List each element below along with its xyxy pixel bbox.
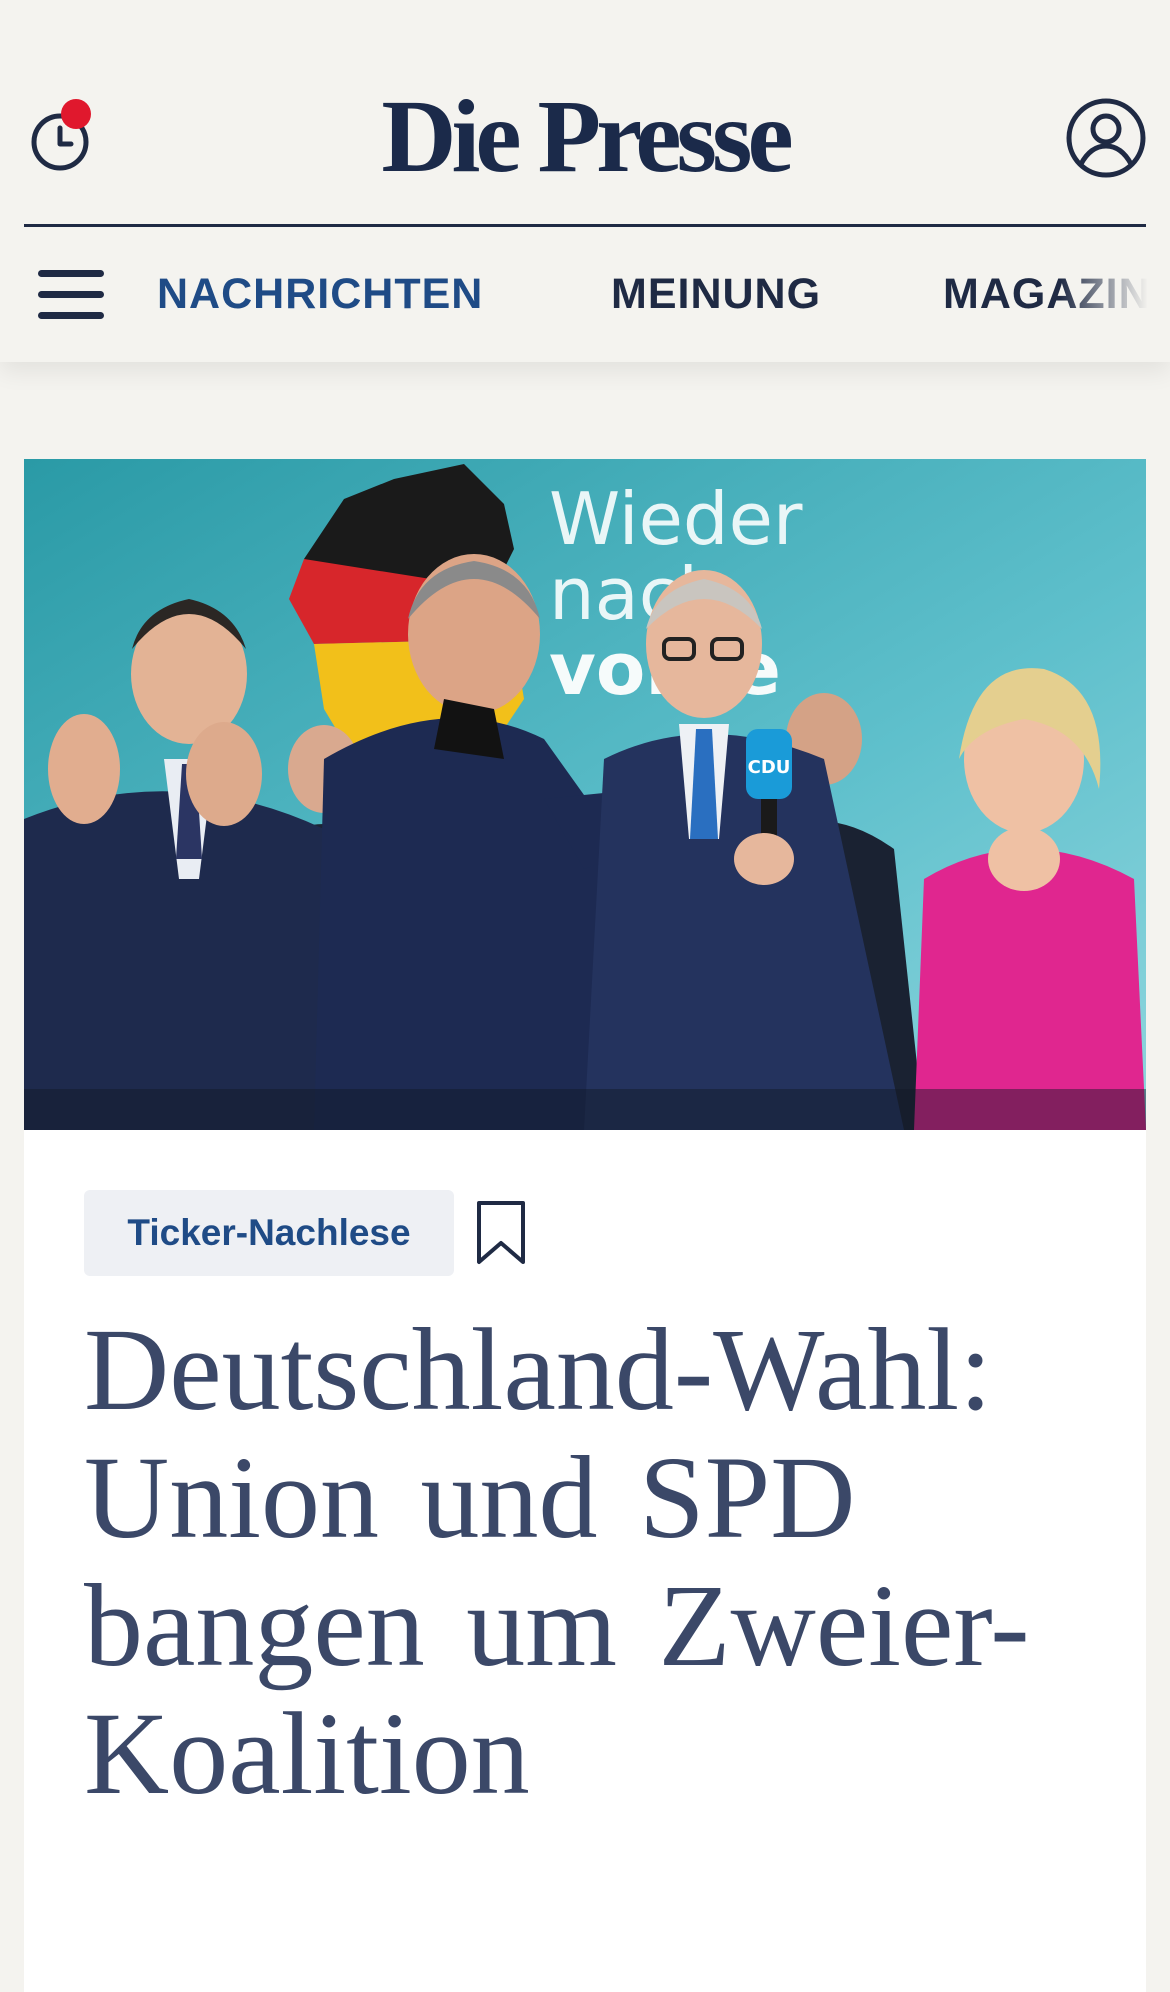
bookmark-icon [477, 1201, 525, 1264]
nav-item-meinung[interactable]: MEINUNG [611, 269, 821, 319]
wall-slogan-line-1: Wieder [549, 477, 803, 561]
ticker-badge[interactable]: Ticker-Nachlese [84, 1190, 454, 1276]
bookmark-button[interactable] [474, 1199, 528, 1267]
account-button[interactable] [1064, 96, 1148, 180]
site-logo[interactable]: Die Presse [0, 72, 1170, 202]
article-card[interactable]: Wieder nach vorne CDU [24, 459, 1146, 1992]
header-top-bar: Die Presse [0, 0, 1170, 225]
menu-button[interactable] [38, 267, 106, 323]
microphone-label: CDU [748, 757, 791, 778]
site-header: Die Presse NACHRICHTEN MEINUNG MAGAZIN [0, 0, 1170, 362]
nav-scroll-fade [1060, 227, 1170, 362]
user-icon [1066, 98, 1146, 178]
article-headline[interactable]: Deutschland-Wahl: Union und SPD bangen u… [84, 1306, 1084, 1818]
article-image[interactable]: Wieder nach vorne CDU [24, 459, 1146, 1130]
nav-item-nachrichten[interactable]: NACHRICHTEN [157, 269, 483, 319]
main-navigation: NACHRICHTEN MEINUNG MAGAZIN [0, 227, 1170, 362]
hamburger-icon [38, 270, 104, 319]
